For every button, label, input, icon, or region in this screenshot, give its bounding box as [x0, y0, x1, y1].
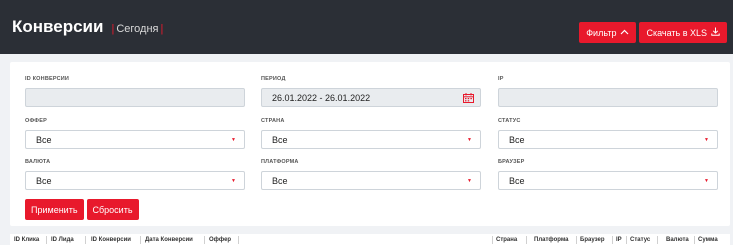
column-divider	[694, 236, 695, 244]
title-separator: |	[111, 22, 115, 35]
status-label: СТАТУС	[498, 118, 521, 124]
column-header[interactable]: Сумма	[698, 237, 718, 243]
caret-down-icon: ▼	[467, 137, 472, 143]
country-select[interactable]: Все ▼	[261, 130, 481, 149]
column-divider	[526, 236, 527, 244]
status-value: Все	[509, 134, 525, 145]
period-field: ПЕРИОД 26.01.2022 - 26.01.2022	[261, 76, 481, 107]
browser-select[interactable]: Все ▼	[498, 171, 718, 190]
column-header[interactable]: Валюта	[666, 237, 689, 243]
column-divider	[204, 236, 205, 244]
platform-select[interactable]: Все ▼	[261, 171, 481, 190]
column-divider	[238, 236, 239, 244]
column-divider	[46, 236, 47, 244]
period-input[interactable]: 26.01.2022 - 26.01.2022	[261, 88, 481, 107]
column-header[interactable]: Оффер	[209, 237, 231, 243]
offer-label: ОФФЕР	[25, 118, 47, 124]
column-divider	[140, 236, 141, 244]
download-icon	[711, 27, 720, 39]
reset-button[interactable]: Сбросить	[86, 199, 139, 220]
header-actions: Фильтр Скачать в XLS	[579, 22, 727, 43]
column-header[interactable]: Платформа	[534, 237, 569, 243]
country-value: Все	[272, 134, 288, 145]
column-divider	[576, 236, 577, 244]
currency-select[interactable]: Все ▼	[25, 171, 245, 190]
offer-value: Все	[36, 134, 52, 145]
caret-down-icon: ▼	[231, 178, 236, 184]
status-field: СТАТУС Все ▼	[498, 118, 718, 149]
filter-panel: ID КОНВЕРСИИ ПЕРИОД 26.01.2022 - 26.01.2…	[10, 62, 730, 226]
status-select[interactable]: Все ▼	[498, 130, 718, 149]
apply-button[interactable]: Применить	[25, 199, 84, 220]
offer-select[interactable]: Все ▼	[25, 130, 245, 149]
page-subtitle: | Сегодня |	[109, 23, 165, 35]
conversion-id-input[interactable]	[25, 88, 245, 107]
ip-label: IP	[498, 76, 504, 82]
column-header[interactable]: ID Лида	[51, 237, 74, 243]
column-divider	[492, 236, 493, 244]
download-xls-button[interactable]: Скачать в XLS	[639, 22, 727, 43]
period-label: ПЕРИОД	[261, 76, 286, 82]
caret-down-icon: ▼	[467, 178, 472, 184]
column-header[interactable]: ID Клика	[14, 237, 39, 243]
column-header[interactable]: IP	[616, 237, 622, 243]
platform-value: Все	[272, 175, 288, 186]
calendar-icon[interactable]	[463, 93, 474, 103]
currency-field: ВАЛЮТА Все ▼	[25, 159, 245, 190]
column-header[interactable]: Дата Конверсии	[145, 237, 193, 243]
title-separator-end: |	[160, 22, 164, 35]
ip-field: IP	[498, 76, 718, 107]
conversion-id-field: ID КОНВЕРСИИ	[25, 76, 245, 107]
column-divider	[657, 236, 658, 244]
page-title: Конверсии	[12, 17, 104, 36]
column-divider	[85, 236, 86, 244]
browser-label: БРАУЗЕР	[498, 159, 525, 165]
filter-actions: Применить Сбросить	[25, 199, 139, 220]
currency-value: Все	[36, 175, 52, 186]
column-divider	[612, 236, 613, 244]
offer-field: ОФФЕР Все ▼	[25, 118, 245, 149]
country-field: СТРАНА Все ▼	[261, 118, 481, 149]
filter-button-label: Фильтр	[586, 27, 617, 38]
download-button-label: Скачать в XLS	[646, 27, 707, 38]
caret-down-icon: ▼	[231, 137, 236, 143]
column-header[interactable]: ID Конверсии	[91, 237, 131, 243]
filter-toggle-button[interactable]: Фильтр	[579, 22, 637, 43]
platform-field: ПЛАТФОРМА Все ▼	[261, 159, 481, 190]
ip-input[interactable]	[498, 88, 718, 107]
country-label: СТРАНА	[261, 118, 285, 124]
period-value: 26.01.2022 - 26.01.2022	[272, 92, 371, 103]
caret-down-icon: ▼	[704, 178, 709, 184]
column-header[interactable]: Браузер	[580, 237, 604, 243]
caret-down-icon: ▼	[704, 137, 709, 143]
platform-label: ПЛАТФОРМА	[261, 159, 299, 165]
currency-label: ВАЛЮТА	[25, 159, 51, 165]
page-header: Конверсии | Сегодня | Фильтр Скачать в XLS	[0, 0, 733, 54]
column-header[interactable]: Страна	[496, 237, 517, 243]
browser-value: Все	[509, 175, 525, 186]
column-divider	[626, 236, 627, 244]
chevron-up-icon	[620, 27, 629, 38]
conversion-id-label: ID КОНВЕРСИИ	[25, 76, 70, 82]
period-subtitle: Сегодня	[116, 22, 159, 35]
column-header[interactable]: Статус	[630, 237, 650, 243]
browser-field: БРАУЗЕР Все ▼	[498, 159, 718, 190]
table-header: ID Клика ID Лида ID Конверсии Дата Конве…	[10, 234, 730, 245]
